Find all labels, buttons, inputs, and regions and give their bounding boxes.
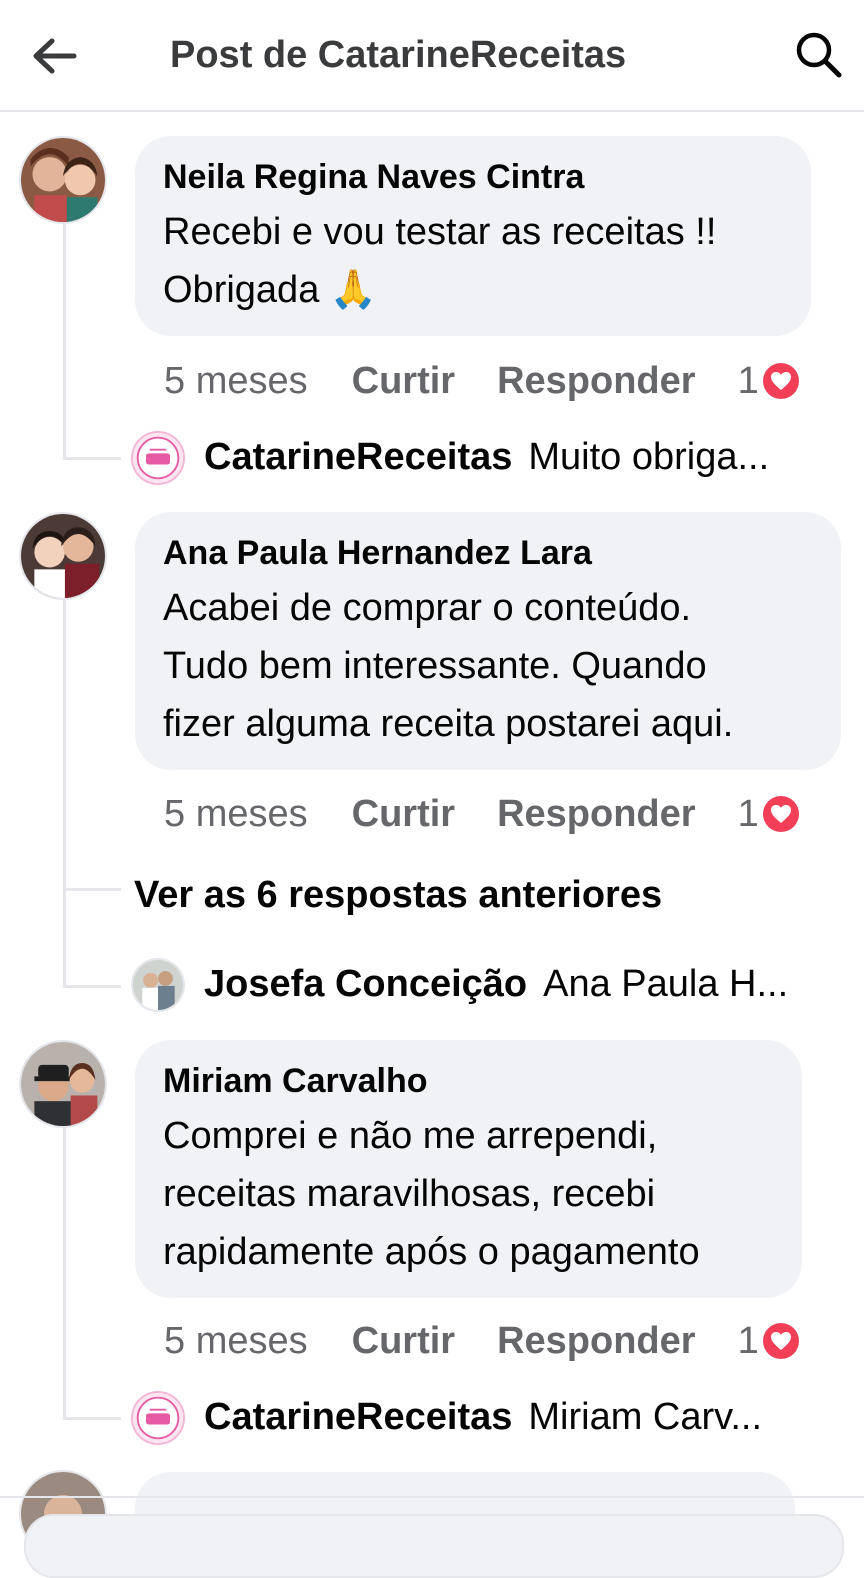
like-button[interactable]: Curtir — [352, 793, 455, 836]
comment-input[interactable] — [24, 1514, 844, 1578]
comment-author[interactable]: Ana Paula Hernandez Lara — [163, 534, 813, 573]
comment-time[interactable]: 5 meses — [164, 793, 308, 836]
thread-line — [63, 985, 121, 988]
comment-text: Comprei e não me arrependi, receitas mar… — [163, 1115, 700, 1273]
comment-text: Acabei de comprar o conteúdo. Tudo bem i… — [163, 587, 734, 745]
avatar[interactable] — [131, 1391, 185, 1445]
comment-bubble: Ana Paula Hernandez Lara Acabei de compr… — [135, 512, 841, 770]
like-button[interactable]: Curtir — [352, 1320, 455, 1363]
reply-text: Miriam Carv... — [528, 1395, 763, 1438]
comment-time[interactable]: 5 meses — [164, 1320, 308, 1363]
comment-author[interactable]: Miriam Carvalho — [163, 1062, 774, 1101]
avatar[interactable] — [131, 431, 185, 485]
thread-line — [63, 457, 121, 460]
avatar[interactable] — [19, 136, 107, 224]
reply-text: Muito obriga... — [528, 435, 770, 478]
avatar[interactable] — [19, 1040, 107, 1128]
comment-actions: 5 meses Curtir Responder 1 — [164, 1316, 799, 1366]
like-button[interactable]: Curtir — [352, 360, 455, 403]
reaction-count[interactable]: 1 — [738, 793, 759, 836]
avatar[interactable] — [131, 958, 185, 1012]
thread-line — [63, 224, 66, 460]
thread-line — [63, 888, 121, 891]
reply-author[interactable]: Josefa Conceição — [204, 963, 527, 1006]
view-more-replies-link[interactable]: Ver as 6 respostas anteriores — [134, 874, 662, 917]
comment-text: Recebi e vou testar as receitas !! Obrig… — [163, 211, 717, 311]
top-bar: Post de CatarineReceitas — [0, 0, 864, 112]
page-title: Post de CatarineReceitas — [170, 34, 627, 76]
reply-button[interactable]: Responder — [497, 1320, 695, 1363]
heart-icon[interactable] — [762, 1323, 799, 1359]
comment-bubble: Neila Regina Naves Cintra Recebi e vou t… — [135, 136, 811, 336]
back-button[interactable] — [28, 32, 80, 80]
reply-author[interactable]: CatarineReceitas — [204, 1396, 512, 1439]
comment-actions: 5 meses Curtir Responder 1 — [164, 789, 799, 839]
comment-author[interactable]: Neila Regina Naves Cintra — [163, 158, 783, 197]
heart-icon[interactable] — [762, 796, 799, 832]
composer-divider — [0, 1496, 864, 1498]
heart-icon[interactable] — [762, 363, 799, 399]
reply-author[interactable]: CatarineReceitas — [204, 436, 512, 479]
arrow-left-icon — [33, 38, 77, 74]
thread-line — [63, 1417, 121, 1420]
avatar[interactable] — [19, 512, 107, 600]
thread-line — [63, 600, 66, 988]
search-icon — [796, 32, 842, 78]
reply-preview[interactable]: Josefa Conceição Ana Paula H... — [204, 954, 834, 1014]
comment-bubble: Miriam Carvalho Comprei e não me arrepen… — [135, 1040, 802, 1298]
thread-line — [63, 1128, 66, 1420]
reply-preview[interactable]: CatarineReceitas Miriam Carv... — [204, 1387, 834, 1447]
reply-preview[interactable]: CatarineReceitas Muito obriga... — [204, 427, 834, 487]
reply-text: Ana Paula H... — [543, 962, 789, 1005]
reply-button[interactable]: Responder — [497, 793, 695, 836]
search-button[interactable] — [792, 28, 844, 80]
reaction-count[interactable]: 1 — [738, 1320, 759, 1363]
reaction-count[interactable]: 1 — [738, 360, 759, 403]
comment-actions: 5 meses Curtir Responder 1 — [164, 356, 799, 406]
reply-button[interactable]: Responder — [497, 360, 695, 403]
comment-time[interactable]: 5 meses — [164, 360, 308, 403]
